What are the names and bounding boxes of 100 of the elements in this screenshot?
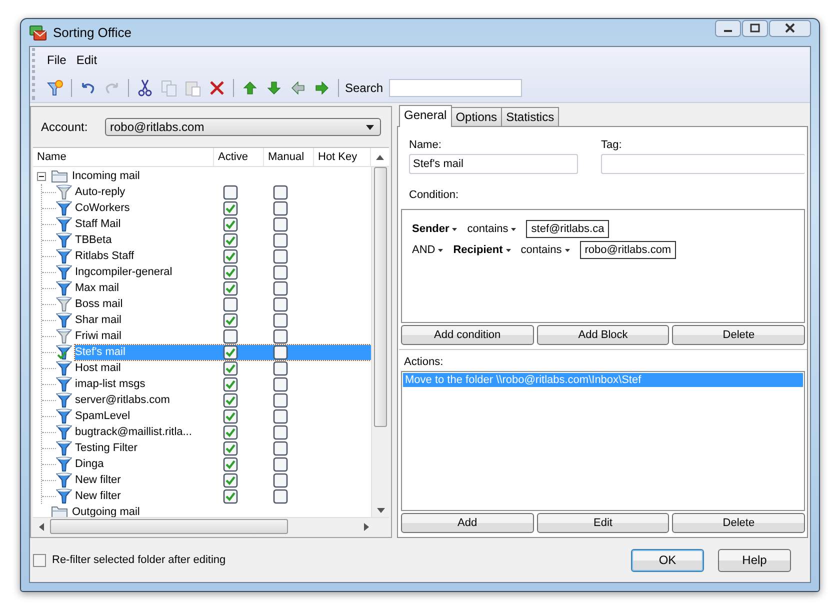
filter-row[interactable]: Friwi mail	[75, 328, 371, 344]
column-header[interactable]: Name	[33, 148, 214, 166]
checkbox[interactable]	[272, 280, 288, 296]
checkbox[interactable]	[272, 392, 288, 408]
delete-icon[interactable]	[208, 79, 226, 97]
filter-row[interactable]: Ingcompiler-general	[75, 264, 371, 280]
column-header[interactable]: Active	[214, 148, 264, 166]
checkbox[interactable]	[222, 440, 238, 456]
checkbox[interactable]	[222, 360, 238, 376]
tab[interactable]: Statistics	[501, 107, 560, 126]
filter-row[interactable]: SpamLevel	[75, 408, 371, 424]
checkbox[interactable]	[272, 264, 288, 280]
checkbox[interactable]	[222, 344, 238, 360]
scroll-right-icon[interactable]	[364, 522, 369, 530]
checkbox[interactable]	[222, 200, 238, 216]
maximize-icon[interactable]	[742, 20, 768, 37]
checkbox[interactable]	[222, 184, 238, 200]
condition-value[interactable]: robo@ritlabs.com	[580, 241, 676, 259]
checkbox[interactable]	[272, 328, 288, 344]
checkbox[interactable]	[272, 472, 288, 488]
checkbox[interactable]	[33, 554, 46, 566]
checkbox[interactable]	[272, 360, 288, 376]
tag-field[interactable]	[601, 154, 805, 174]
connector-dropdown[interactable]: AND	[412, 244, 444, 256]
checkbox[interactable]	[272, 216, 288, 232]
checkbox[interactable]	[222, 232, 238, 248]
checkbox[interactable]	[222, 312, 238, 328]
filter-row[interactable]: Ritlabs Staff	[75, 248, 371, 264]
checkbox[interactable]	[222, 424, 238, 440]
account-dropdown[interactable]: robo@ritlabs.com	[105, 118, 381, 136]
checkbox[interactable]	[272, 312, 288, 328]
checkbox[interactable]	[222, 376, 238, 392]
filter-row[interactable]: New filter	[75, 472, 371, 488]
checkbox[interactable]	[272, 424, 288, 440]
filter-row[interactable]: Shar mail	[75, 312, 371, 328]
scroll-up-icon[interactable]	[376, 154, 384, 160]
filter-row[interactable]: New filter	[75, 488, 371, 504]
filter-row[interactable]: TBBeta	[75, 232, 371, 248]
checkbox[interactable]	[272, 488, 288, 504]
checkbox[interactable]	[272, 248, 288, 264]
filter-row[interactable]: Max mail	[75, 280, 371, 296]
checkbox[interactable]	[222, 264, 238, 280]
filter-row[interactable]: server@ritlabs.com	[75, 392, 371, 408]
close-icon[interactable]	[769, 20, 811, 37]
collapse-icon[interactable]	[37, 172, 46, 180]
arrow-icon[interactable]	[313, 79, 331, 97]
dialog-button[interactable]: Help	[718, 548, 791, 572]
condition-value[interactable]: stef@ritlabs.ca	[526, 220, 610, 238]
tab[interactable]: General	[399, 105, 452, 127]
filter-row[interactable]: Host mail	[75, 360, 371, 376]
checkbox[interactable]	[222, 280, 238, 296]
checkbox[interactable]	[222, 296, 238, 312]
funnel-star-icon[interactable]	[46, 79, 64, 97]
filter-row[interactable]: Staff Mail	[75, 216, 371, 232]
checkbox[interactable]	[272, 408, 288, 424]
operator-dropdown[interactable]: contains	[520, 244, 570, 256]
checkbox[interactable]	[272, 440, 288, 456]
vertical-scrollbar[interactable]	[371, 167, 389, 517]
field-dropdown[interactable]: Sender	[412, 223, 458, 235]
checkbox[interactable]	[272, 456, 288, 472]
condition-button[interactable]: Delete	[672, 325, 806, 345]
checkbox[interactable]	[272, 296, 288, 312]
filter-row[interactable]: imap-list msgs	[75, 376, 371, 392]
filter-row[interactable]: bugtrack@maillist.ritla...	[75, 424, 371, 440]
checkbox[interactable]	[222, 408, 238, 424]
scissors-icon[interactable]	[136, 79, 154, 97]
checkbox[interactable]	[222, 392, 238, 408]
menu-item[interactable]: Edit	[76, 53, 98, 67]
arrow-icon[interactable]	[241, 79, 259, 97]
checkbox[interactable]	[272, 184, 288, 200]
checkbox[interactable]	[222, 216, 238, 232]
field-dropdown[interactable]: Recipient	[453, 244, 511, 256]
filter-row[interactable]: Dinga	[75, 456, 371, 472]
checkbox[interactable]	[222, 248, 238, 264]
operator-dropdown[interactable]: contains	[467, 223, 516, 235]
checkbox[interactable]	[272, 232, 288, 248]
column-header[interactable]: Manual	[264, 148, 314, 166]
checkbox[interactable]	[272, 344, 288, 360]
folder-name[interactable]: Incoming mail	[72, 170, 140, 182]
action-button[interactable]: Delete	[672, 513, 806, 533]
checkbox[interactable]	[222, 488, 238, 504]
column-header[interactable]: Hot Key	[314, 148, 371, 166]
filter-row[interactable]: CoWorkers	[75, 200, 371, 216]
name-field[interactable]: Stef's mail	[409, 154, 578, 174]
checkbox[interactable]	[222, 328, 238, 344]
checkbox[interactable]	[272, 376, 288, 392]
action-button[interactable]: Edit	[536, 513, 670, 533]
checkbox[interactable]	[222, 456, 238, 472]
action-button[interactable]: Add	[401, 513, 534, 533]
checkbox[interactable]	[272, 200, 288, 216]
checkbox[interactable]	[222, 472, 238, 488]
filter-row[interactable]: Testing Filter	[75, 440, 371, 456]
condition-button[interactable]: Add Block	[536, 325, 670, 345]
scroll-down-icon[interactable]	[376, 508, 384, 513]
dialog-button[interactable]: OK	[631, 548, 704, 572]
condition-button[interactable]: Add condition	[401, 325, 534, 345]
minimize-icon[interactable]	[715, 20, 741, 37]
folder-name[interactable]: Outgoing mail	[72, 506, 140, 518]
filter-row[interactable]: Boss mail	[75, 296, 371, 312]
arrow-icon[interactable]	[265, 79, 283, 97]
